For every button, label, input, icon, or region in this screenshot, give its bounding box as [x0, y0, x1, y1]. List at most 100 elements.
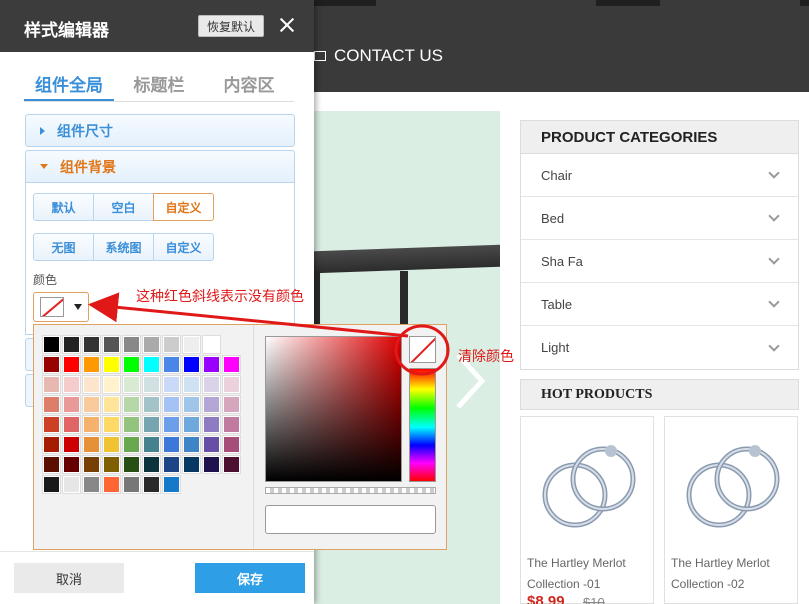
- palette-swatch[interactable]: [162, 335, 181, 354]
- section-component-background[interactable]: 组件背景: [25, 150, 295, 183]
- palette-swatch[interactable]: [62, 415, 81, 434]
- palette-swatch[interactable]: [162, 475, 181, 494]
- palette-swatch[interactable]: [142, 475, 161, 494]
- cancel-button[interactable]: 取消: [14, 563, 124, 593]
- palette-swatch[interactable]: [62, 375, 81, 394]
- palette-swatch[interactable]: [222, 455, 241, 474]
- palette-swatch[interactable]: [182, 455, 201, 474]
- palette-swatch[interactable]: [42, 455, 61, 474]
- category-item[interactable]: Table: [521, 283, 798, 326]
- product-name[interactable]: The Hartley Merlot Collection -02: [671, 553, 795, 595]
- palette-swatch[interactable]: [82, 395, 101, 414]
- hue-slider[interactable]: [409, 368, 436, 482]
- bg-mode-blank-button[interactable]: 空白: [93, 193, 154, 221]
- palette-swatch[interactable]: [202, 355, 221, 374]
- palette-swatch[interactable]: [82, 455, 101, 474]
- palette-swatch[interactable]: [202, 335, 221, 354]
- palette-swatch[interactable]: [102, 375, 121, 394]
- category-item[interactable]: Bed: [521, 197, 798, 240]
- palette-swatch[interactable]: [122, 435, 141, 454]
- palette-swatch[interactable]: [122, 335, 141, 354]
- palette-swatch[interactable]: [162, 455, 181, 474]
- palette-swatch[interactable]: [82, 475, 101, 494]
- nav-contact-us[interactable]: CONTACT US: [314, 46, 443, 66]
- palette-swatch[interactable]: [122, 475, 141, 494]
- palette-swatch[interactable]: [42, 375, 61, 394]
- palette-swatch[interactable]: [42, 415, 61, 434]
- reset-default-button[interactable]: 恢复默认: [198, 15, 264, 37]
- palette-swatch[interactable]: [102, 335, 121, 354]
- palette-swatch[interactable]: [142, 415, 161, 434]
- palette-swatch[interactable]: [182, 375, 201, 394]
- bg-mode-custom-button[interactable]: 自定义: [153, 193, 214, 221]
- palette-swatch[interactable]: [162, 435, 181, 454]
- palette-swatch[interactable]: [162, 395, 181, 414]
- product-name[interactable]: The Hartley Merlot Collection -01: [527, 553, 651, 595]
- tab-title-bar[interactable]: 标题栏: [114, 74, 204, 101]
- palette-swatch[interactable]: [82, 415, 101, 434]
- palette-swatch[interactable]: [162, 375, 181, 394]
- palette-swatch[interactable]: [182, 415, 201, 434]
- palette-swatch[interactable]: [202, 375, 221, 394]
- category-item[interactable]: Light: [521, 326, 798, 369]
- bg-image-custom-button[interactable]: 自定义: [153, 233, 214, 261]
- palette-swatch[interactable]: [82, 435, 101, 454]
- palette-swatch[interactable]: [42, 395, 61, 414]
- palette-swatch[interactable]: [82, 355, 101, 374]
- palette-swatch[interactable]: [142, 375, 161, 394]
- palette-swatch[interactable]: [42, 335, 61, 354]
- palette-swatch[interactable]: [102, 455, 121, 474]
- palette-swatch[interactable]: [62, 455, 81, 474]
- palette-swatch[interactable]: [62, 475, 81, 494]
- palette-swatch[interactable]: [102, 395, 121, 414]
- palette-swatch[interactable]: [62, 355, 81, 374]
- palette-swatch[interactable]: [202, 455, 221, 474]
- palette-swatch[interactable]: [202, 415, 221, 434]
- clear-color-icon[interactable]: [409, 336, 436, 363]
- color-picker-toggle[interactable]: [33, 292, 89, 322]
- saturation-value-area[interactable]: [265, 336, 402, 482]
- alpha-slider[interactable]: [265, 487, 436, 494]
- palette-swatch[interactable]: [142, 455, 161, 474]
- palette-swatch[interactable]: [82, 375, 101, 394]
- palette-swatch[interactable]: [142, 355, 161, 374]
- palette-swatch[interactable]: [142, 435, 161, 454]
- palette-swatch[interactable]: [222, 375, 241, 394]
- palette-swatch[interactable]: [42, 435, 61, 454]
- palette-swatch[interactable]: [122, 355, 141, 374]
- palette-swatch[interactable]: [102, 435, 121, 454]
- palette-swatch[interactable]: [182, 355, 201, 374]
- bg-mode-default-button[interactable]: 默认: [33, 193, 94, 221]
- palette-swatch[interactable]: [222, 435, 241, 454]
- palette-swatch[interactable]: [102, 415, 121, 434]
- tab-content-area[interactable]: 内容区: [204, 74, 294, 101]
- palette-swatch[interactable]: [182, 435, 201, 454]
- product-card[interactable]: The Hartley Merlot Collection -02: [664, 416, 798, 604]
- palette-swatch[interactable]: [182, 395, 201, 414]
- palette-swatch[interactable]: [122, 395, 141, 414]
- palette-swatch[interactable]: [102, 475, 121, 494]
- category-item[interactable]: Sha Fa: [521, 240, 798, 283]
- palette-swatch[interactable]: [222, 395, 241, 414]
- palette-swatch[interactable]: [42, 475, 61, 494]
- bg-image-system-button[interactable]: 系统图: [93, 233, 154, 261]
- palette-swatch[interactable]: [42, 355, 61, 374]
- palette-swatch[interactable]: [222, 415, 241, 434]
- bg-image-none-button[interactable]: 无图: [33, 233, 94, 261]
- palette-swatch[interactable]: [142, 335, 161, 354]
- palette-swatch[interactable]: [62, 435, 81, 454]
- palette-swatch[interactable]: [62, 395, 81, 414]
- section-component-size[interactable]: 组件尺寸: [25, 114, 295, 147]
- palette-swatch[interactable]: [162, 415, 181, 434]
- category-item[interactable]: Chair: [521, 154, 798, 197]
- palette-swatch[interactable]: [62, 335, 81, 354]
- palette-swatch[interactable]: [222, 355, 241, 374]
- hex-color-input[interactable]: [265, 505, 436, 534]
- palette-swatch[interactable]: [82, 335, 101, 354]
- save-button[interactable]: 保存: [195, 563, 305, 593]
- palette-swatch[interactable]: [122, 455, 141, 474]
- palette-swatch[interactable]: [202, 435, 221, 454]
- palette-swatch[interactable]: [102, 355, 121, 374]
- palette-swatch[interactable]: [162, 355, 181, 374]
- palette-swatch[interactable]: [122, 375, 141, 394]
